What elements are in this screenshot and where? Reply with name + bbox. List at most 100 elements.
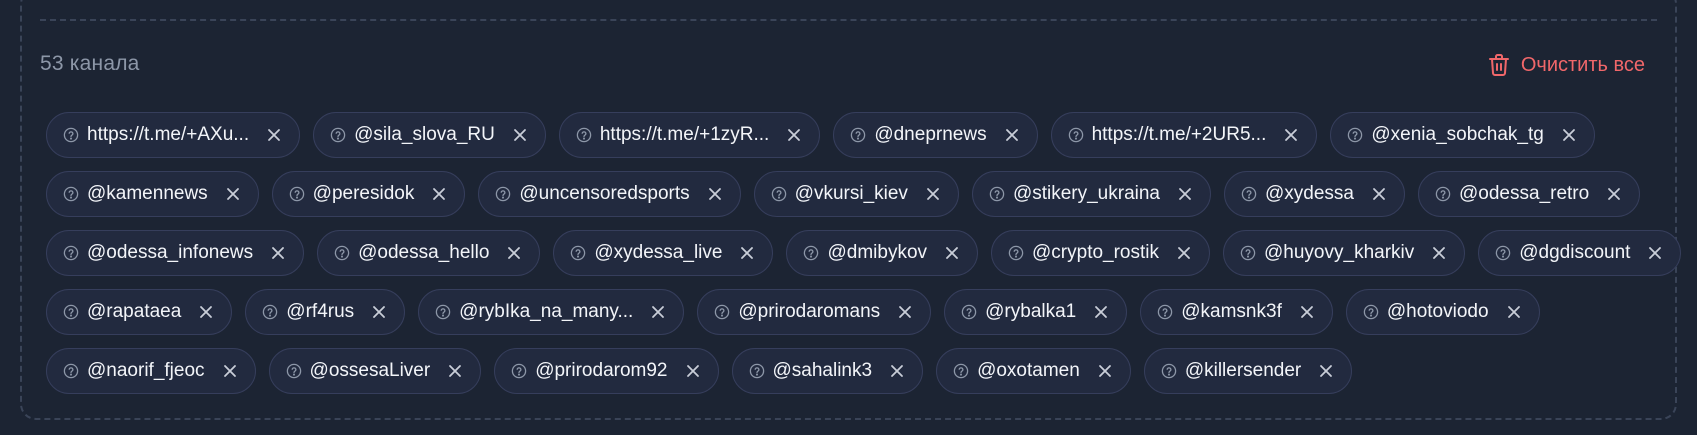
channel-chip-label: @kamsnk3f xyxy=(1181,301,1282,322)
close-icon[interactable] xyxy=(430,185,448,203)
channel-chip[interactable]: @stikery_ukraina xyxy=(971,171,1212,217)
close-icon[interactable] xyxy=(785,126,803,144)
question-circle-icon xyxy=(1435,186,1451,202)
channel-chip[interactable]: @odessa_infonews xyxy=(46,230,305,276)
close-icon[interactable] xyxy=(1096,362,1114,380)
clear-all-label: Очистить все xyxy=(1520,53,1645,76)
question-circle-icon xyxy=(334,245,350,261)
close-icon[interactable] xyxy=(370,303,388,321)
close-icon[interactable] xyxy=(896,303,914,321)
channel-chip[interactable]: @uncensoredsports xyxy=(478,171,741,217)
channel-chip[interactable]: @xenia_sobchak_tg xyxy=(1330,112,1595,158)
channel-chip[interactable]: @killersender xyxy=(1143,348,1353,394)
close-icon[interactable] xyxy=(1317,362,1335,380)
close-icon[interactable] xyxy=(511,126,529,144)
channel-chip[interactable]: @kamsnk3f xyxy=(1140,289,1333,335)
question-circle-icon xyxy=(289,186,305,202)
close-icon[interactable] xyxy=(1298,303,1316,321)
channel-chip-label: @prirodarom92 xyxy=(535,360,668,381)
channel-chip[interactable]: @prirodarom92 xyxy=(494,348,719,394)
close-icon[interactable] xyxy=(738,244,756,262)
channel-chip[interactable]: @rf4rus xyxy=(245,289,406,335)
channel-chip[interactable]: @odessa_retro xyxy=(1418,171,1641,217)
channel-chip[interactable]: @peresidok xyxy=(271,171,466,217)
channel-chip-label: @dneprnews xyxy=(874,124,987,145)
close-icon[interactable] xyxy=(265,126,283,144)
question-circle-icon xyxy=(495,186,511,202)
question-circle-icon xyxy=(771,186,787,202)
close-icon[interactable] xyxy=(924,185,942,203)
question-circle-icon xyxy=(961,304,977,320)
close-icon[interactable] xyxy=(1430,244,1448,262)
close-icon[interactable] xyxy=(1370,185,1388,203)
chip-row: @odessa_infonews @odessa_hello @xydessa_li… xyxy=(46,230,1682,276)
close-icon[interactable] xyxy=(1505,303,1523,321)
channel-chip[interactable]: @sahalink3 xyxy=(731,348,924,394)
close-icon[interactable] xyxy=(1175,244,1193,262)
channel-chip-label: @rapataea xyxy=(87,301,182,322)
channel-chip-label: @naorif_fjeoc xyxy=(87,360,205,381)
close-icon[interactable] xyxy=(1560,126,1578,144)
channel-chip[interactable]: @dmibykov xyxy=(786,230,979,276)
channel-chip[interactable]: @rapataea xyxy=(46,289,233,335)
channel-chip-label: @dgdiscount xyxy=(1519,242,1631,263)
chip-row: @kamennews @peresidok @uncensoredsports @vk… xyxy=(46,171,1666,217)
channel-chip[interactable]: @ossesaLiver xyxy=(268,348,482,394)
question-circle-icon xyxy=(63,304,79,320)
clear-all-button[interactable]: Очистить все xyxy=(1488,50,1645,80)
close-icon[interactable] xyxy=(505,244,523,262)
channel-chip[interactable]: @xydessa xyxy=(1224,171,1406,217)
close-icon[interactable] xyxy=(269,244,287,262)
channel-chip[interactable]: @oxotamen xyxy=(936,348,1131,394)
channel-chip-label: @vkursi_kiev xyxy=(794,183,908,204)
channel-chip[interactable]: https://t.me/+AXu... xyxy=(46,112,301,158)
channel-chip[interactable]: https://t.me/+1zyR... xyxy=(558,112,821,158)
channel-chip-label: @prirodaromans xyxy=(738,301,881,322)
close-icon[interactable] xyxy=(224,185,242,203)
channel-chip[interactable]: @dgdiscount xyxy=(1478,230,1682,276)
close-icon[interactable] xyxy=(888,362,906,380)
channel-chip-label: @peresidok xyxy=(312,183,415,204)
question-circle-icon xyxy=(749,363,765,379)
close-icon[interactable] xyxy=(221,362,239,380)
channel-chip[interactable]: @rybIka_na_many... xyxy=(418,289,685,335)
close-icon[interactable] xyxy=(1646,244,1664,262)
channel-chip[interactable]: @xydessa_live xyxy=(553,230,774,276)
close-icon[interactable] xyxy=(1003,126,1021,144)
close-icon[interactable] xyxy=(1176,185,1194,203)
question-circle-icon xyxy=(803,245,819,261)
channel-chip[interactable]: @rybalka1 xyxy=(944,289,1128,335)
channel-chip[interactable]: @prirodaromans xyxy=(697,289,932,335)
close-icon[interactable] xyxy=(1605,185,1623,203)
close-icon[interactable] xyxy=(706,185,724,203)
channel-chip[interactable]: @odessa_hello xyxy=(317,230,541,276)
question-circle-icon xyxy=(1157,304,1173,320)
channel-chip[interactable]: @vkursi_kiev xyxy=(753,171,959,217)
channel-chip[interactable]: @crypto_rostik xyxy=(991,230,1211,276)
channel-chip-list: https://t.me/+AXu... @sila_slova_RU https:… xyxy=(46,112,1682,407)
channel-chip-label: @odessa_hello xyxy=(358,242,490,263)
channel-chip[interactable]: https://t.me/+2UR5... xyxy=(1050,112,1318,158)
channel-chip[interactable]: @sila_slova_RU xyxy=(313,112,546,158)
channel-chip-label: @odessa_infonews xyxy=(87,242,254,263)
close-icon[interactable] xyxy=(197,303,215,321)
channel-chip[interactable]: @hotoviodo xyxy=(1345,289,1540,335)
close-icon[interactable] xyxy=(446,362,464,380)
close-icon[interactable] xyxy=(943,244,961,262)
channel-chip[interactable]: @naorif_fjeoc xyxy=(46,348,256,394)
close-icon[interactable] xyxy=(1092,303,1110,321)
close-icon[interactable] xyxy=(649,303,667,321)
channel-chip[interactable]: @dneprnews xyxy=(833,112,1038,158)
channel-chip-label: @oxotamen xyxy=(977,360,1080,381)
channel-chip-label: @huyovy_kharkiv xyxy=(1264,242,1415,263)
channel-chip[interactable]: @huyovy_kharkiv xyxy=(1223,230,1466,276)
section-divider xyxy=(40,19,1657,21)
close-icon[interactable] xyxy=(684,362,702,380)
close-icon[interactable] xyxy=(1282,126,1300,144)
question-circle-icon xyxy=(850,127,866,143)
channel-chip[interactable]: @kamennews xyxy=(46,171,259,217)
question-circle-icon xyxy=(435,304,451,320)
channel-chip-label: @rybalka1 xyxy=(985,301,1077,322)
channel-chip-label: @uncensoredsports xyxy=(519,183,690,204)
question-circle-icon xyxy=(570,245,586,261)
